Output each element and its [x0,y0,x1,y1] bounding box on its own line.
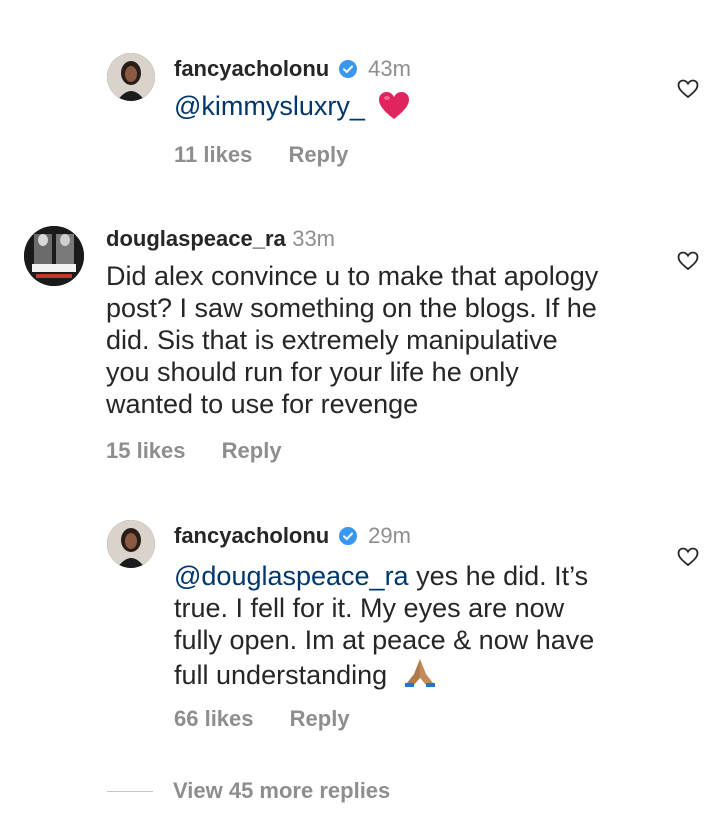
verified-badge-icon [338,526,358,551]
comment-text: Did alex convince u to make that apology… [106,260,598,420]
view-more-replies[interactable]: View 45 more replies [107,778,390,804]
timestamp: 33m [292,226,335,251]
reply-button[interactable]: Reply [290,706,350,731]
text-line: you should run for your life he only [106,357,519,387]
username[interactable]: douglaspeace_ra [106,226,286,251]
heart-emoji [378,91,410,128]
reply-button[interactable]: Reply [288,142,348,167]
view-more-label: View 45 more replies [173,778,391,803]
text-line: wanted to use for revenge [106,389,419,419]
verified-badge-icon [338,59,358,84]
praying-hands-emoji [401,656,439,695]
username[interactable]: fancyacholonu [174,56,329,81]
avatar[interactable] [107,53,155,101]
avatar[interactable] [24,226,84,286]
timestamp: 29m [368,523,411,548]
mention-link[interactable]: @douglaspeace_ra [174,561,409,591]
text-line: yes he did. It’s [408,561,589,591]
text-line: Did alex convince u to make that apology [106,261,599,291]
timestamp: 43m [368,56,411,81]
text-line: full understanding [174,660,388,690]
likes-count[interactable]: 11 likes [174,142,252,167]
text-line: true. I fell for it. My eyes are now [174,593,565,623]
mention-link[interactable]: @kimmysluxry_ [174,91,365,121]
text-line: did. Sis that is extremely manipulative [106,325,558,355]
username[interactable]: fancyacholonu [174,523,329,548]
comment-text: @douglaspeace_ra yes he did. It’s true. … [174,560,594,695]
heart-outline-icon[interactable] [677,547,699,572]
heart-outline-icon[interactable] [677,251,699,276]
likes-count[interactable]: 15 likes [106,438,186,463]
avatar[interactable] [107,520,155,568]
divider [107,790,153,792]
text-line: fully open. Im at peace & now have [174,625,595,655]
reply-button[interactable]: Reply [222,438,282,463]
text-line: post? I saw something on the blogs. If h… [106,293,597,323]
heart-outline-icon[interactable] [677,79,699,104]
likes-count[interactable]: 66 likes [174,706,254,731]
